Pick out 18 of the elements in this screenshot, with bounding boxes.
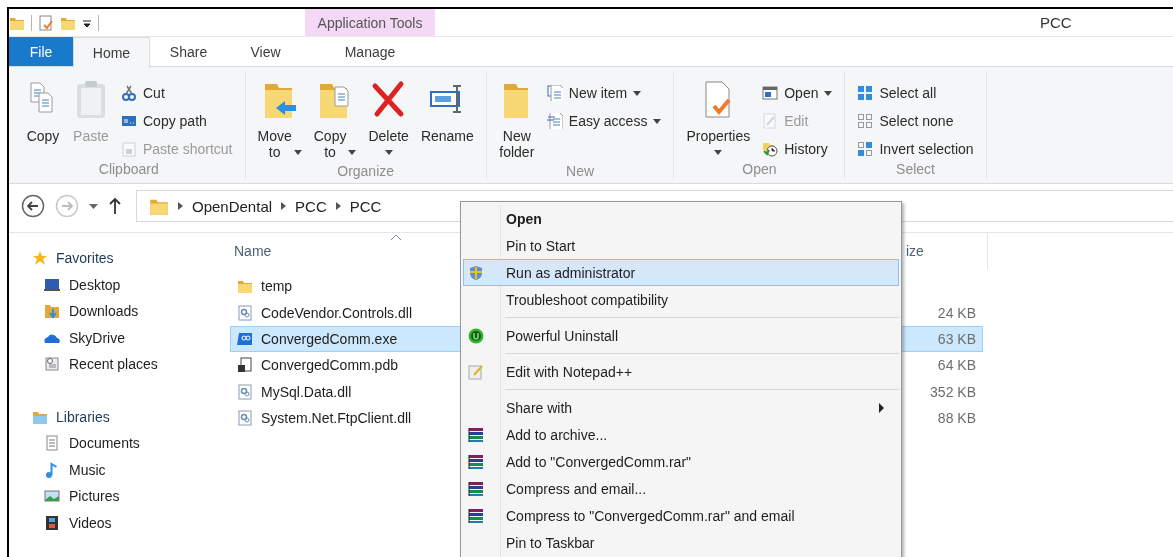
group-label: Organize [337, 163, 395, 179]
file-size: 63 KB [936, 330, 977, 347]
file-size: 24 KB [936, 304, 977, 321]
file-name: ConvergedComm.exe [261, 330, 398, 347]
group-label: Open [742, 161, 777, 177]
group-label: Select [896, 161, 935, 177]
file-name: ConvergedComm.pdb [261, 357, 398, 374]
group-label: Clipboard [98, 161, 159, 177]
file-size: 88 KB [936, 410, 977, 427]
file-name: System.Net.FtpClient.dll [261, 410, 412, 427]
group-label: New [566, 163, 595, 179]
window-title: PCC [1040, 14, 1072, 31]
file-name: temp [261, 278, 293, 295]
file-size: 352 KB [929, 383, 977, 400]
file-name: CodeVendor.Controls.dll [261, 304, 412, 321]
file-size: 64 KB [936, 357, 977, 374]
file-name: MySql.Data.dll [261, 383, 352, 400]
context-tab-header: Application Tools [305, 9, 435, 37]
